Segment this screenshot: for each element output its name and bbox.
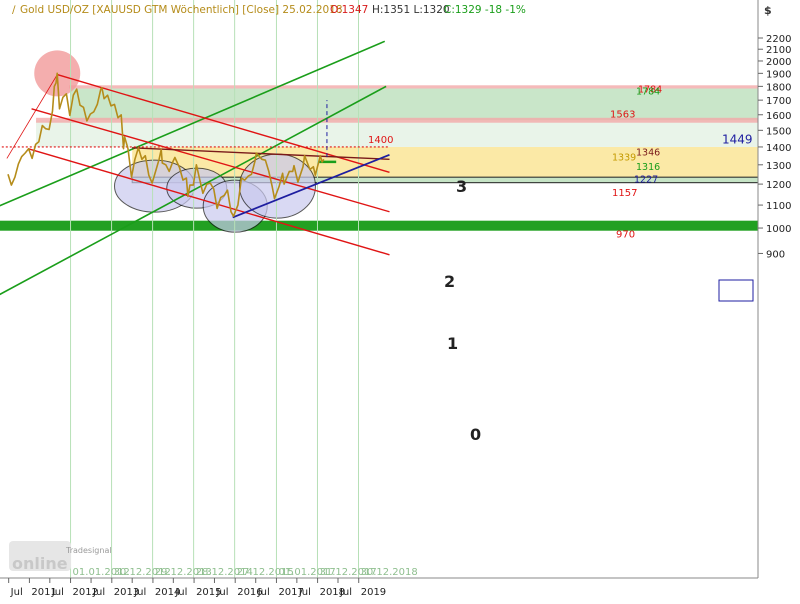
logo-sub: Tradesignal: [65, 546, 112, 555]
chart-window: 1400 1563 1784 1784 1346 1339 1316 1227 1157 970 3…: [0, 0, 800, 600]
chart-title-symbol: ∕: [12, 4, 16, 16]
gold-price-chart[interactable]: 1400156317841784134613391316122711579703…: [0, 0, 800, 600]
label-970: 970: [616, 229, 635, 240]
price-label-1500: 1500: [766, 126, 791, 137]
price-label-1700: 1700: [766, 96, 791, 107]
label-1346: 1346: [636, 147, 660, 158]
price-label-900: 900: [766, 249, 785, 260]
time-label-16: Jul: [339, 587, 352, 598]
zone-2-light: [36, 120, 758, 147]
zone-label-0: 0: [470, 425, 481, 444]
price-label-1000: 1000: [766, 224, 791, 235]
price-label-2200: 2200: [766, 34, 791, 45]
date-label-7: 30.12.2018: [360, 567, 417, 578]
price-label-1300: 1300: [766, 161, 791, 172]
chart-title: Gold USD/OZ [XAUUSD GTM Wöchentlich] [Cl…: [20, 4, 343, 16]
time-label-8: Jul: [174, 587, 187, 598]
time-label-4: Jul: [92, 587, 105, 598]
open-value: O:1347: [330, 4, 368, 16]
price-label-1800: 1800: [766, 82, 791, 93]
time-label-10: Jul: [215, 587, 228, 598]
time-label-17: 2019: [361, 587, 386, 598]
time-label-6: Jul: [133, 587, 146, 598]
close-value: C:1329 -18 -1%: [444, 4, 526, 16]
label-1784-green: 1784: [636, 87, 660, 98]
price-label-1600: 1600: [766, 111, 791, 122]
time-label-2: Jul: [51, 587, 64, 598]
band-1000-green: [0, 220, 758, 231]
time-label-12: Jul: [257, 587, 270, 598]
high-low-values: H:1351 L:1320: [372, 4, 450, 16]
zone-label-2: 2: [444, 272, 455, 291]
price-label-1400: 1400: [766, 143, 791, 154]
price-label-2000: 2000: [766, 57, 791, 68]
price-label-1200: 1200: [766, 180, 791, 191]
currency-symbol: $: [764, 4, 772, 17]
label-1563: 1563: [610, 109, 635, 120]
time-label-0: Jul: [10, 587, 23, 598]
label-1400: 1400: [368, 135, 393, 146]
label-1449: 1449: [722, 133, 753, 147]
label-1157: 1157: [612, 188, 637, 199]
logo-brand: online: [12, 554, 68, 573]
label-1316: 1316: [636, 162, 660, 173]
target-box: [718, 279, 754, 302]
zone-label-1: 1: [447, 334, 458, 353]
time-label-14: Jul: [298, 587, 311, 598]
band-1563: [36, 117, 758, 123]
label-1339: 1339: [612, 153, 636, 164]
zone-label-3: 3: [456, 177, 467, 196]
price-label-1900: 1900: [766, 69, 791, 80]
label-1227: 1227: [634, 175, 658, 186]
price-label-2100: 2100: [766, 45, 791, 56]
price-label-1100: 1100: [766, 201, 791, 212]
